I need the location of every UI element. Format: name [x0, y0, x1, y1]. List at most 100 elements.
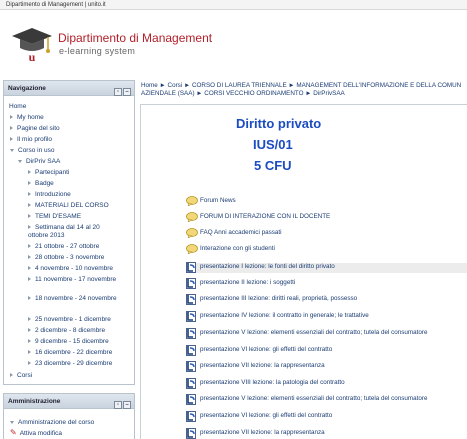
forum-activity[interactable]: Forum News: [186, 196, 456, 209]
expand-arrow-icon: [28, 181, 31, 186]
nav-course-item[interactable]: 28 ottobre - 3 novembre: [28, 254, 104, 262]
nav-course-item[interactable]: 16 dicembre - 22 dicembre: [28, 349, 112, 357]
presentation-file-icon: [186, 394, 198, 408]
presentation-file-icon: [186, 262, 198, 276]
activity-label: presentazione II lezione: i soggetti: [200, 279, 296, 286]
top-bar-text[interactable]: Dipartimento di Management | unito.it: [6, 2, 106, 8]
expand-arrow-icon: [28, 244, 31, 249]
activity-label: FORUM DI INTERAZIONE CON IL DOCENTE: [200, 213, 331, 220]
expand-arrow-icon: [28, 277, 31, 282]
administration-block: Amministrazione ▫ – Amministrazione del c…: [3, 393, 135, 439]
nav-course-item[interactable]: Introduzione: [28, 191, 71, 199]
presentation-file-icon: [186, 278, 198, 292]
breadcrumb-line-2[interactable]: AZIENDALE (SAA) ► CORSI VECCHIO ORDINAME…: [141, 90, 467, 98]
course-code: IUS/01: [253, 137, 293, 152]
brand-subtitle: e-learning system: [59, 46, 136, 56]
breadcrumb-line-1[interactable]: Home ► Corsi ► CORSO DI LAUREA TRIENNALE…: [141, 82, 467, 90]
collapse-icon[interactable]: –: [123, 401, 131, 409]
expand-arrow-icon: [28, 170, 31, 175]
forum-speech-bubble-icon: [186, 212, 198, 225]
expand-arrow-icon: [28, 328, 31, 333]
edit-pencil-icon: ✎: [10, 428, 17, 437]
activity-label: presentazione VIII lezione: la patologia…: [200, 379, 345, 386]
forum-speech-bubble-icon: [186, 228, 198, 241]
activity-label: presentazione IV lezione: il contratto i…: [200, 312, 369, 319]
nav-my-profile[interactable]: Il mio profilo: [10, 136, 52, 144]
nav-course-item[interactable]: 11 novembre - 17 novembre: [28, 276, 120, 284]
presentation-activity[interactable]: presentazione VI lezione: gli effetti de…: [186, 345, 456, 356]
presentation-activity[interactable]: presentazione V lezione: elementi essenz…: [186, 394, 456, 408]
activity-label: presentazione III lezione: diritti reali…: [200, 295, 358, 302]
activity-label: presentazione VII lezione: la rappresent…: [200, 362, 325, 369]
collapse-arrow-icon: [10, 148, 14, 152]
nav-site-pages[interactable]: Pagine del sito: [10, 125, 60, 133]
presentation-activity[interactable]: presentazione VII lezione: la rappresent…: [186, 428, 456, 439]
course-title: Diritto privato: [236, 116, 322, 131]
nav-course-item[interactable]: Settimana dal 14 al 20 ottobre 2013: [28, 224, 120, 240]
administration-block-header: Amministrazione ▫ –: [4, 394, 134, 409]
presentation-activity[interactable]: presentazione II lezione: i soggetti: [186, 278, 456, 292]
nav-course-item[interactable]: Partecipanti: [28, 169, 69, 177]
presentation-activity[interactable]: presentazione I lezione: le fonti del di…: [186, 262, 467, 276]
nav-course-item[interactable]: TEMI D'ESAME: [28, 213, 81, 221]
activity-label: presentazione VII lezione: la rappresent…: [200, 429, 325, 436]
expand-arrow-icon: [28, 350, 31, 355]
presentation-file-icon: [186, 411, 198, 425]
dock-icon[interactable]: ▫: [114, 88, 122, 96]
presentation-activity[interactable]: presentazione VII lezione: la rappresent…: [186, 361, 456, 372]
nav-home[interactable]: Home: [9, 103, 26, 111]
expand-arrow-icon: [10, 115, 13, 120]
nav-course-administration[interactable]: Amministrazione del corso: [10, 419, 94, 427]
collapse-icon[interactable]: –: [123, 88, 131, 96]
administration-title: Amministrazione: [8, 398, 61, 405]
nav-course-item[interactable]: 9 dicembre - 15 dicembre: [28, 338, 109, 346]
moodle-course-page: { "topbar": { "text": "Dipartimento di M…: [0, 0, 467, 439]
expand-arrow-icon: [28, 317, 31, 322]
nav-current-course[interactable]: Corso in uso: [10, 147, 55, 155]
edit-on-link[interactable]: ✎ Attiva modifica: [10, 429, 62, 438]
nav-course-item[interactable]: 18 novembre - 24 novembre: [28, 295, 120, 303]
presentation-activity[interactable]: presentazione III lezione: diritti reali…: [186, 294, 456, 308]
activity-label: presentazione V lezione: elementi essenz…: [200, 395, 428, 402]
presentation-activity[interactable]: presentazione IV lezione: il contratto i…: [186, 311, 456, 325]
presentation-activity[interactable]: presentazione VI lezione: gli effetti de…: [186, 411, 456, 425]
nav-courses[interactable]: Corsi: [10, 372, 32, 380]
nav-course-item[interactable]: 4 novembre - 10 novembre: [28, 265, 113, 273]
forum-speech-bubble-icon: [186, 196, 198, 209]
presentation-file-icon: [186, 428, 198, 439]
nav-course-item[interactable]: 21 ottobre - 27 ottobre: [28, 243, 99, 251]
nav-course-item[interactable]: Badge: [28, 180, 54, 188]
forum-activity[interactable]: Interazione con gli studenti: [186, 244, 456, 257]
nav-course-item[interactable]: 2 dicembre - 8 dicembre: [28, 327, 105, 335]
nav-course-item[interactable]: 25 novembre - 1 dicembre: [28, 316, 111, 324]
expand-arrow-icon: [28, 255, 31, 260]
presentation-file-icon: [186, 311, 198, 325]
activity-label: Forum News: [200, 197, 236, 204]
nav-my-home[interactable]: My home: [10, 114, 44, 122]
presentation-activity[interactable]: presentazione VIII lezione: la patologia…: [186, 378, 456, 389]
forum-activity[interactable]: FORUM DI INTERAZIONE CON IL DOCENTE: [186, 212, 456, 225]
expand-arrow-icon: [28, 361, 31, 366]
forum-activity[interactable]: FAQ Anni accademici passati: [186, 228, 456, 241]
graduation-cap-logo-icon[interactable]: u: [10, 24, 54, 62]
nav-course-item[interactable]: MATERIALI DEL CORSO: [28, 202, 109, 210]
breadcrumb: Home ► Corsi ► CORSO DI LAUREA TRIENNALE…: [141, 82, 467, 98]
presentation-file-icon: [186, 328, 198, 342]
nav-course-short[interactable]: DirPriv SAA: [18, 158, 60, 166]
nav-course-item[interactable]: 23 dicembre - 29 dicembre: [28, 360, 112, 368]
dock-icon[interactable]: ▫: [114, 401, 122, 409]
navigation-block-header: Navigazione ▫ –: [4, 81, 134, 96]
expand-arrow-icon: [10, 126, 13, 131]
svg-text:u: u: [29, 50, 36, 62]
collapse-arrow-icon: [18, 159, 22, 163]
presentation-file-icon: [186, 294, 198, 308]
activity-label: FAQ Anni accademici passati: [200, 229, 282, 236]
forum-speech-bubble-icon: [186, 244, 198, 257]
activity-label: presentazione V lezione: elementi essenz…: [200, 329, 428, 336]
activity-label: Interazione con gli studenti: [200, 245, 275, 252]
presentation-activity[interactable]: presentazione V lezione: elementi essenz…: [186, 328, 456, 342]
activity-label: presentazione VI lezione: gli effetti de…: [200, 412, 333, 419]
expand-arrow-icon: [28, 296, 31, 301]
navigation-title: Navigazione: [8, 85, 46, 92]
brand-title: Dipartimento di Management: [58, 31, 213, 45]
